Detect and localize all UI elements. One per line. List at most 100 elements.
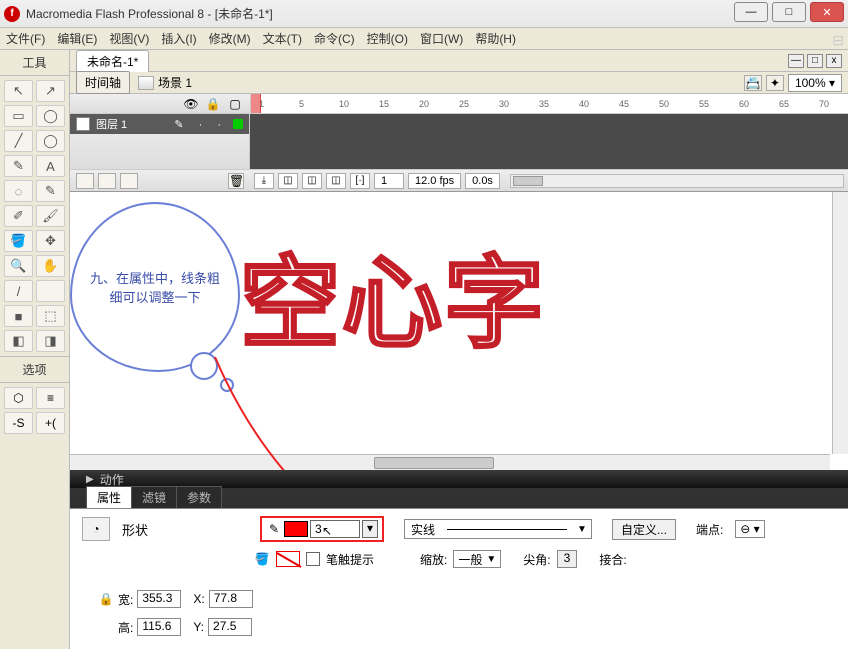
doc-close-button[interactable]: x xyxy=(826,54,842,68)
outline-icon[interactable]: ▢ xyxy=(228,97,242,111)
layer-outline-color[interactable] xyxy=(233,119,243,129)
tool-7[interactable]: A xyxy=(36,155,65,177)
modify-onion-markers-button[interactable]: [·] xyxy=(350,173,370,189)
tool-6[interactable]: ✎ xyxy=(4,155,33,177)
outline-text[interactable]: 空心字 xyxy=(240,222,546,367)
miter-value[interactable]: 3 xyxy=(557,550,578,568)
tool-1[interactable]: ↗ xyxy=(36,80,65,102)
scene-label[interactable]: 场景 1 xyxy=(158,74,192,91)
visibility-icon[interactable]: 👁 xyxy=(184,97,198,111)
tool-2[interactable]: ▭ xyxy=(4,105,33,127)
lock-dimensions-icon[interactable]: 🔒 xyxy=(98,591,114,607)
doc-restore-button[interactable]: □ xyxy=(807,54,823,68)
doc-minimize-button[interactable]: — xyxy=(788,54,804,68)
horizontal-scrollbar[interactable] xyxy=(70,454,830,470)
tools-header: 工具 xyxy=(0,50,69,76)
tool-12[interactable]: 🪣 xyxy=(4,230,33,252)
edit-multiple-frames-button[interactable]: ◫ xyxy=(326,173,346,189)
tab-filters[interactable]: 滤镜 xyxy=(131,486,177,508)
menu-m[interactable]: 修改(M) xyxy=(209,30,251,47)
close-button[interactable]: ✕ xyxy=(810,2,844,22)
ruler-tick: 35 xyxy=(539,99,549,109)
stroke-color-swatch[interactable] xyxy=(284,521,308,537)
delete-layer-button[interactable]: 🗑 xyxy=(228,173,244,189)
option-1[interactable]: ≡ xyxy=(36,387,65,409)
tab-parameters[interactable]: 参数 xyxy=(176,486,222,508)
menu-w[interactable]: 窗口(W) xyxy=(420,30,463,47)
tool-20[interactable]: ◧ xyxy=(4,330,33,352)
option-0[interactable]: ⬡ xyxy=(4,387,33,409)
tool-15[interactable]: ✋ xyxy=(36,255,65,277)
document-tab[interactable]: 未命名-1* xyxy=(76,50,149,72)
layer-row[interactable]: 图层 1 ✎ · · xyxy=(70,114,249,134)
tool-4[interactable]: ╱ xyxy=(4,130,33,152)
ruler-tick: 15 xyxy=(379,99,389,109)
tool-11[interactable]: 🖌 xyxy=(36,205,65,227)
option-3[interactable]: +( xyxy=(36,412,65,434)
tool-14[interactable]: 🔍 xyxy=(4,255,33,277)
tool-16[interactable]: / xyxy=(4,280,33,302)
menu-f[interactable]: 文件(F) xyxy=(6,30,45,47)
menu-i[interactable]: 插入(I) xyxy=(161,30,196,47)
tool-18[interactable]: ■ xyxy=(4,305,33,327)
maximize-button[interactable]: □ xyxy=(772,2,806,22)
callout-tail2 xyxy=(220,378,234,392)
menu-t[interactable]: 文本(T) xyxy=(263,30,302,47)
line-style-dropdown[interactable]: 实线 ▼ xyxy=(404,519,592,539)
menu-v[interactable]: 视图(V) xyxy=(109,30,149,47)
layer-toggles[interactable]: ✎ · · xyxy=(133,118,227,131)
minimize-button[interactable]: — xyxy=(734,2,768,22)
menu-e[interactable]: 编辑(E) xyxy=(57,30,97,47)
tool-9[interactable]: ✎ xyxy=(36,180,65,202)
onion-skin-outlines-button[interactable]: ◫ xyxy=(302,173,322,189)
width-field[interactable]: 355.3 xyxy=(137,590,181,608)
ruler-tick: 50 xyxy=(659,99,669,109)
menu-h[interactable]: 帮助(H) xyxy=(475,30,516,47)
lock-icon[interactable]: 🔒 xyxy=(206,97,220,111)
tool-17[interactable] xyxy=(36,280,65,302)
scale-dropdown[interactable]: 一般▼ xyxy=(453,550,501,568)
cap-dropdown[interactable]: ⊖ ▾ xyxy=(735,520,764,538)
y-field[interactable]: 27.5 xyxy=(208,618,252,636)
vertical-scrollbar[interactable] xyxy=(832,192,848,454)
panel-options-button[interactable]: ⊟ xyxy=(832,32,844,49)
stroke-hinting-checkbox[interactable] xyxy=(306,552,320,566)
tool-21[interactable]: ◨ xyxy=(36,330,65,352)
onion-skin-button[interactable]: ◫ xyxy=(278,173,298,189)
join-label: 接合: xyxy=(599,551,626,568)
stage-wrap: 空心字 九、在属性中，线条粗细可以调整一下 xyxy=(70,192,848,470)
frame-ruler[interactable]: 1510152025303540455055606570 xyxy=(250,94,848,113)
tab-properties[interactable]: 属性 xyxy=(86,486,132,508)
scrollbar-thumb[interactable] xyxy=(374,457,494,469)
tool-13[interactable]: ✥ xyxy=(36,230,65,252)
edit-symbol-icon[interactable]: ✦ xyxy=(766,75,784,91)
tool-5[interactable]: ◯ xyxy=(36,130,65,152)
insert-layer-button[interactable] xyxy=(76,173,94,189)
tool-19[interactable]: ⬚ xyxy=(36,305,65,327)
ruler-tick: 40 xyxy=(579,99,589,109)
tool-3[interactable]: ◯ xyxy=(36,105,65,127)
insert-layer-folder-button[interactable] xyxy=(120,173,138,189)
fill-color-swatch[interactable] xyxy=(276,551,300,567)
option-2[interactable]: -S xyxy=(4,412,33,434)
add-motion-guide-button[interactable] xyxy=(98,173,116,189)
stroke-hint-label: 笔触提示 xyxy=(326,551,374,568)
custom-stroke-button[interactable]: 自定义... xyxy=(612,519,676,540)
tool-10[interactable]: ✐ xyxy=(4,205,33,227)
edit-scene-icon[interactable]: 📇 xyxy=(744,75,762,91)
stroke-width-dropdown[interactable]: ▾ xyxy=(362,520,378,538)
frames-area[interactable] xyxy=(250,114,848,169)
tool-0[interactable]: ↖ xyxy=(4,80,33,102)
tool-8[interactable]: ◌ xyxy=(4,180,33,202)
zoom-field[interactable]: 100% ▾ xyxy=(788,74,842,92)
timeline-button[interactable]: 时间轴 xyxy=(76,71,130,94)
x-field[interactable]: 77.8 xyxy=(209,590,253,608)
menubar: 文件(F) 编辑(E) 视图(V) 插入(I) 修改(M) 文本(T) 命令(C) 控制(O)… xyxy=(0,28,848,50)
properties-tabs: 属性 滤镜 参数 ⊟ xyxy=(70,488,848,508)
timeline-scrollbar[interactable] xyxy=(510,174,844,188)
menu-c[interactable]: 命令(C) xyxy=(314,30,355,47)
center-frame-button[interactable]: ⤓ xyxy=(254,173,274,189)
height-field[interactable]: 115.6 xyxy=(137,618,181,636)
stroke-width-input[interactable] xyxy=(310,520,360,538)
menu-o[interactable]: 控制(O) xyxy=(367,30,408,47)
